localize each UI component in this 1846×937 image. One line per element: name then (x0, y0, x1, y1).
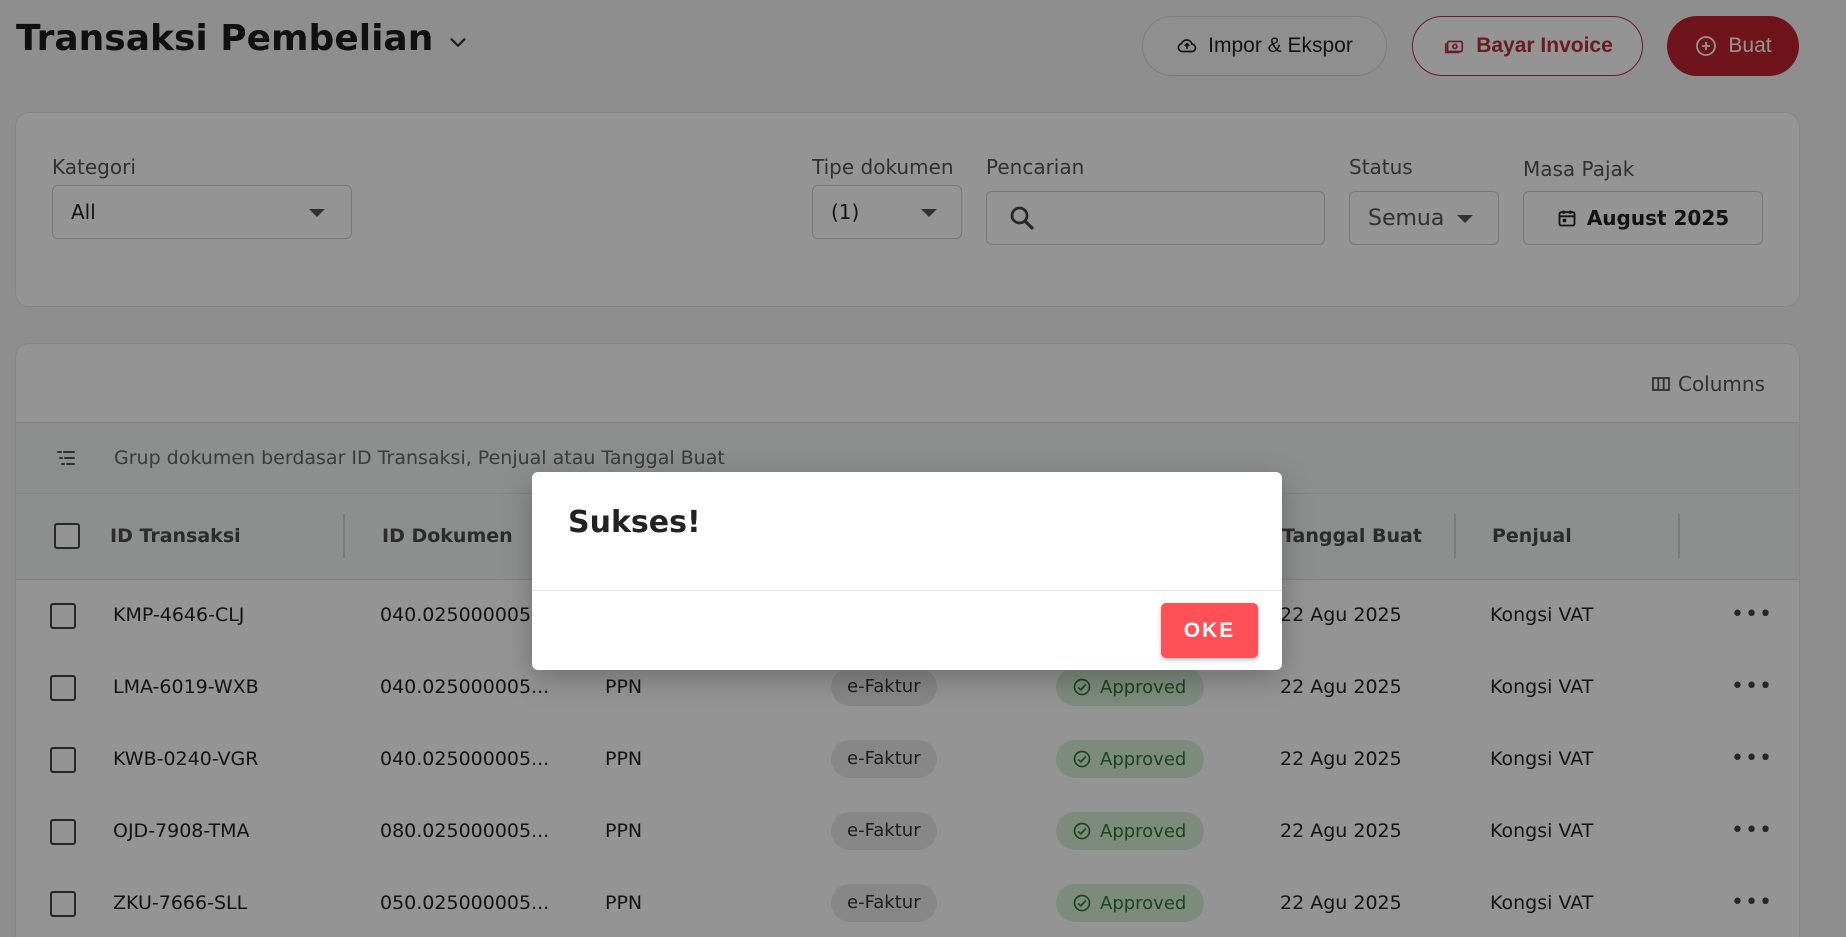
modal-backdrop[interactable] (0, 0, 1846, 937)
ok-button[interactable]: OKE (1161, 603, 1258, 658)
page: Transaksi Pembelian Impor & Ekspor Bayar… (0, 0, 1846, 937)
success-dialog: Sukses! OKE (532, 472, 1282, 670)
dialog-divider (532, 590, 1282, 591)
dialog-title: Sukses! (568, 505, 701, 540)
